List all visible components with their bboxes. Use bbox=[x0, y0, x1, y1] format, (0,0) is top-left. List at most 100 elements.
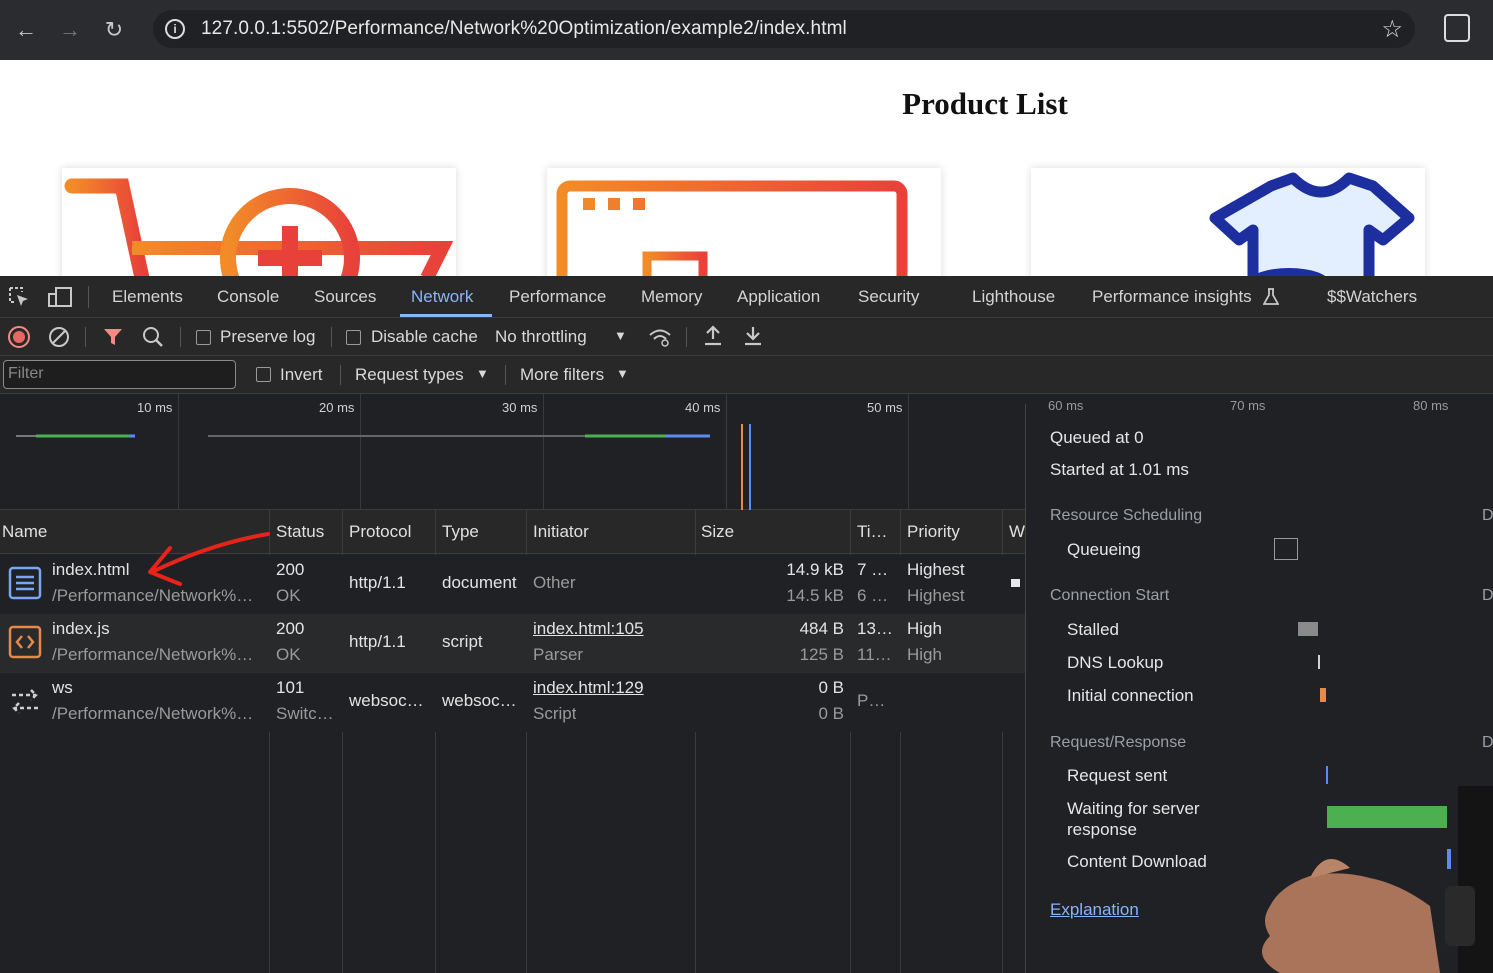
status-code: 200 bbox=[276, 619, 305, 638]
tab-performance[interactable]: Performance bbox=[509, 287, 606, 307]
priority: High bbox=[907, 619, 942, 638]
device-toolbar-icon[interactable] bbox=[47, 286, 73, 308]
column-priority[interactable]: Priority bbox=[907, 522, 960, 542]
resource-size: 14.5 kB bbox=[786, 586, 844, 605]
request-path: /Performance/Network%… bbox=[52, 704, 254, 723]
filter-funnel-icon[interactable] bbox=[102, 326, 124, 348]
chevron-down-icon[interactable]: ▼ bbox=[616, 366, 629, 381]
initiator-link[interactable]: index.html:129 bbox=[533, 678, 644, 698]
devtools-tab-bar: Elements Console Sources Network Perform… bbox=[0, 276, 1493, 318]
column-type[interactable]: Type bbox=[442, 522, 479, 542]
protocol: http/1.1 bbox=[349, 573, 406, 592]
invert-label[interactable]: Invert bbox=[280, 365, 323, 385]
annotation-arrow-icon bbox=[148, 532, 270, 586]
network-filter-bar: Filter Invert Request types ▼ More filte… bbox=[0, 356, 1493, 394]
section-resource-scheduling: Resource Scheduling bbox=[1050, 507, 1203, 524]
waiting-label-line1: Waiting for server bbox=[1067, 799, 1200, 818]
divider bbox=[686, 327, 687, 347]
tab-performance-insights[interactable]: Performance insights bbox=[1092, 287, 1252, 307]
request-name[interactable]: ws bbox=[52, 678, 73, 698]
disable-cache-checkbox[interactable] bbox=[346, 330, 361, 345]
tab-watchers[interactable]: $$Watchers bbox=[1327, 287, 1417, 307]
queued-at: Queued at 0 bbox=[1050, 428, 1144, 447]
browser-toolbar: ← → ↻ i 127.0.0.1:5502/Performance/Netwo… bbox=[0, 0, 1493, 60]
initiator-link[interactable]: index.html:105 bbox=[533, 619, 644, 639]
time: 13… bbox=[857, 619, 893, 638]
divider bbox=[505, 365, 506, 385]
export-har-icon[interactable] bbox=[742, 324, 764, 348]
tab-elements[interactable]: Elements bbox=[112, 287, 183, 307]
preserve-log-label[interactable]: Preserve log bbox=[220, 327, 315, 347]
column-time[interactable]: Ti… bbox=[857, 522, 888, 542]
column-name[interactable]: Name bbox=[2, 522, 47, 542]
tab-sources[interactable]: Sources bbox=[314, 287, 376, 307]
tab-security[interactable]: Security bbox=[858, 287, 919, 307]
tab-memory[interactable]: Memory bbox=[641, 287, 702, 307]
column-waterfall[interactable]: W bbox=[1009, 522, 1025, 542]
script-icon bbox=[8, 625, 42, 659]
duration-header: D bbox=[1482, 587, 1493, 604]
network-conditions-icon[interactable] bbox=[647, 326, 673, 348]
column-status[interactable]: Status bbox=[276, 522, 324, 542]
import-har-icon[interactable] bbox=[702, 324, 724, 348]
request-name[interactable]: index.html bbox=[52, 560, 129, 580]
disable-cache-label[interactable]: Disable cache bbox=[371, 327, 478, 347]
table-row[interactable]: ws /Performance/Network%… 101 Switc… web… bbox=[0, 673, 1025, 732]
search-icon[interactable] bbox=[141, 325, 165, 349]
more-filters-dropdown[interactable]: More filters bbox=[520, 365, 604, 385]
extensions-icon[interactable] bbox=[1444, 14, 1470, 42]
url-text[interactable]: 127.0.0.1:5502/Performance/Network%20Opt… bbox=[201, 18, 847, 40]
column-size[interactable]: Size bbox=[701, 522, 734, 542]
bookmark-star-icon[interactable]: ☆ bbox=[1381, 15, 1403, 44]
record-stop-icon[interactable] bbox=[7, 325, 31, 349]
invert-checkbox[interactable] bbox=[256, 367, 271, 382]
reload-icon[interactable]: ↻ bbox=[96, 12, 132, 48]
experiment-flask-icon bbox=[1263, 288, 1279, 305]
queueing-label: Queueing bbox=[1067, 540, 1141, 559]
product-card-browser[interactable] bbox=[547, 168, 941, 276]
preserve-log-checkbox[interactable] bbox=[196, 330, 211, 345]
section-request-response: Request/Response bbox=[1050, 734, 1187, 751]
size: 484 B bbox=[799, 619, 844, 638]
status-code: 200 bbox=[276, 560, 305, 579]
column-initiator[interactable]: Initiator bbox=[533, 522, 589, 542]
explanation-link[interactable]: Explanation bbox=[1050, 900, 1139, 920]
initial-connection-label: Initial connection bbox=[1067, 686, 1194, 705]
size: 0 B bbox=[818, 678, 844, 697]
request-name[interactable]: index.js bbox=[52, 619, 110, 639]
divider bbox=[180, 327, 181, 347]
product-card-cart[interactable] bbox=[62, 168, 456, 276]
back-arrow-icon[interactable]: ← bbox=[8, 12, 44, 48]
request-types-dropdown[interactable]: Request types bbox=[355, 365, 464, 385]
tab-network[interactable]: Network bbox=[411, 287, 473, 307]
product-card-shirt[interactable] bbox=[1031, 168, 1425, 276]
inspect-element-icon[interactable] bbox=[8, 286, 30, 308]
time: 7 … bbox=[857, 560, 889, 579]
tab-lighthouse[interactable]: Lighthouse bbox=[972, 287, 1055, 307]
site-info-icon[interactable]: i bbox=[165, 19, 185, 39]
chevron-down-icon[interactable]: ▼ bbox=[614, 328, 627, 343]
tab-console[interactable]: Console bbox=[217, 287, 279, 307]
latency: 11… bbox=[857, 645, 892, 664]
document-icon bbox=[8, 566, 42, 600]
duration-header: D bbox=[1482, 507, 1493, 524]
time: P… bbox=[857, 691, 886, 710]
type: script bbox=[442, 632, 483, 651]
column-protocol[interactable]: Protocol bbox=[349, 522, 411, 542]
tab-application[interactable]: Application bbox=[737, 287, 820, 307]
table-row[interactable]: index.js /Performance/Network%… 200 OK h… bbox=[0, 614, 1025, 673]
chevron-down-icon[interactable]: ▼ bbox=[476, 366, 489, 381]
cart-plus-icon bbox=[64, 178, 454, 276]
filter-input[interactable]: Filter bbox=[3, 360, 236, 389]
status-text: OK bbox=[276, 645, 301, 664]
address-bar[interactable]: i 127.0.0.1:5502/Performance/Network%20O… bbox=[153, 10, 1415, 48]
waiting-label-line2: response bbox=[1067, 820, 1137, 839]
throttling-select[interactable]: No throttling bbox=[495, 327, 587, 347]
protocol: websoc… bbox=[349, 691, 424, 710]
forward-arrow-icon[interactable]: → bbox=[52, 12, 88, 48]
initial-priority: High bbox=[907, 645, 942, 664]
tick-label: 80 ms bbox=[1413, 398, 1449, 413]
browser-window-icon bbox=[556, 180, 908, 276]
clear-icon[interactable] bbox=[47, 325, 71, 349]
initiator-type: Script bbox=[533, 704, 577, 723]
